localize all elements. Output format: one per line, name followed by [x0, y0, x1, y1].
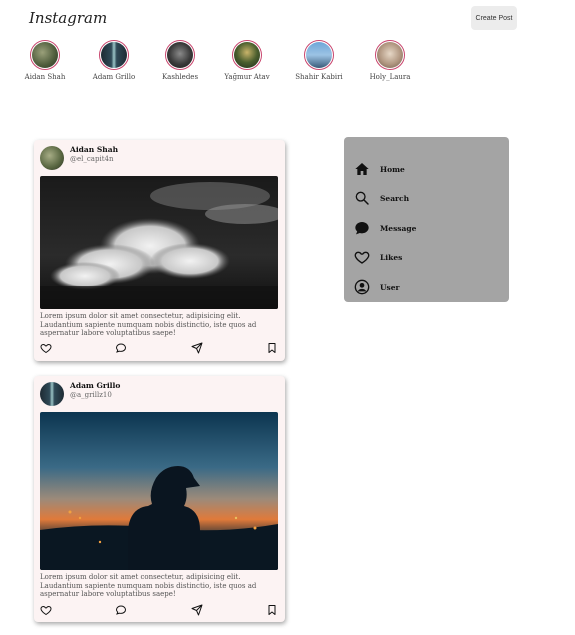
post-card: Aidan Shah @el_capit4n Lorem ipsum dolor… [34, 140, 285, 361]
heart-icon [354, 251, 370, 264]
message-icon [355, 222, 369, 235]
story-avatar[interactable] [30, 40, 60, 70]
post-username[interactable]: Aidan Shah [70, 145, 118, 154]
menu-item-label: User [380, 283, 400, 292]
story-avatar[interactable] [165, 40, 195, 70]
home-icon [355, 163, 369, 175]
menu-item-label: Message [380, 224, 417, 233]
side-menu: Home Search Message Likes User [344, 137, 509, 302]
comment-icon[interactable] [115, 604, 127, 616]
share-icon[interactable] [191, 604, 203, 616]
stories-bar: Aidan Shah Adam Grillo Kashledes Yağmur … [0, 40, 575, 85]
story-item[interactable]: Aidan Shah [15, 40, 75, 81]
menu-item-user[interactable]: User [354, 279, 494, 297]
story-item[interactable]: Adam Grillo [84, 40, 144, 81]
story-avatar[interactable] [304, 40, 334, 70]
menu-item-label: Likes [380, 253, 403, 262]
story-item[interactable]: Yağmur Atav [217, 40, 277, 81]
menu-item-home[interactable]: Home [354, 161, 494, 179]
post-caption: Lorem ipsum dolor sit amet consectetur, … [40, 312, 257, 337]
post-header: Aidan Shah @el_capit4n [34, 140, 285, 172]
share-icon[interactable] [191, 342, 203, 354]
heart-icon[interactable] [40, 342, 52, 354]
story-avatar[interactable] [99, 40, 129, 70]
story-name: Yağmur Atav [224, 73, 270, 81]
post-image [40, 176, 278, 309]
post-header: Adam Grillo @a_grillz10 [34, 376, 285, 408]
app-logo[interactable]: Instagram [29, 9, 107, 27]
post-actions [40, 342, 280, 356]
search-icon [355, 191, 369, 205]
story-avatar[interactable] [232, 40, 262, 70]
story-item[interactable]: Holy_Laura [360, 40, 420, 81]
post-image [40, 412, 278, 570]
heart-icon[interactable] [40, 604, 52, 616]
post-username[interactable]: Adam Grillo [70, 381, 120, 390]
menu-item-label: Search [380, 194, 410, 203]
create-post-button[interactable]: Create Post [471, 6, 517, 30]
story-item[interactable]: Shahir Kabiri [289, 40, 349, 81]
story-avatar[interactable] [375, 40, 405, 70]
story-name: Kashledes [161, 73, 199, 81]
comment-icon[interactable] [115, 342, 127, 354]
menu-item-message[interactable]: Message [354, 220, 494, 238]
bookmark-icon[interactable] [266, 604, 278, 616]
story-name: Aidan Shah [24, 73, 66, 81]
post-caption: Lorem ipsum dolor sit amet consectetur, … [40, 573, 257, 598]
post-handle: @el_capit4n [70, 155, 114, 163]
menu-item-label: Home [380, 165, 405, 174]
post-actions [40, 604, 280, 618]
menu-item-search[interactable]: Search [354, 190, 494, 208]
post-handle: @a_grillz10 [70, 391, 112, 399]
story-item[interactable]: Kashledes [150, 40, 210, 81]
story-name: Holy_Laura [369, 73, 411, 81]
post-avatar[interactable] [40, 146, 64, 170]
story-name: Shahir Kabiri [295, 73, 343, 81]
user-icon [354, 279, 370, 295]
story-name: Adam Grillo [92, 73, 136, 81]
post-card: Adam Grillo @a_grillz10 Lorem ipsum dolo… [34, 376, 285, 622]
menu-item-likes[interactable]: Likes [354, 249, 494, 267]
bookmark-icon[interactable] [266, 342, 278, 354]
post-avatar[interactable] [40, 382, 64, 406]
